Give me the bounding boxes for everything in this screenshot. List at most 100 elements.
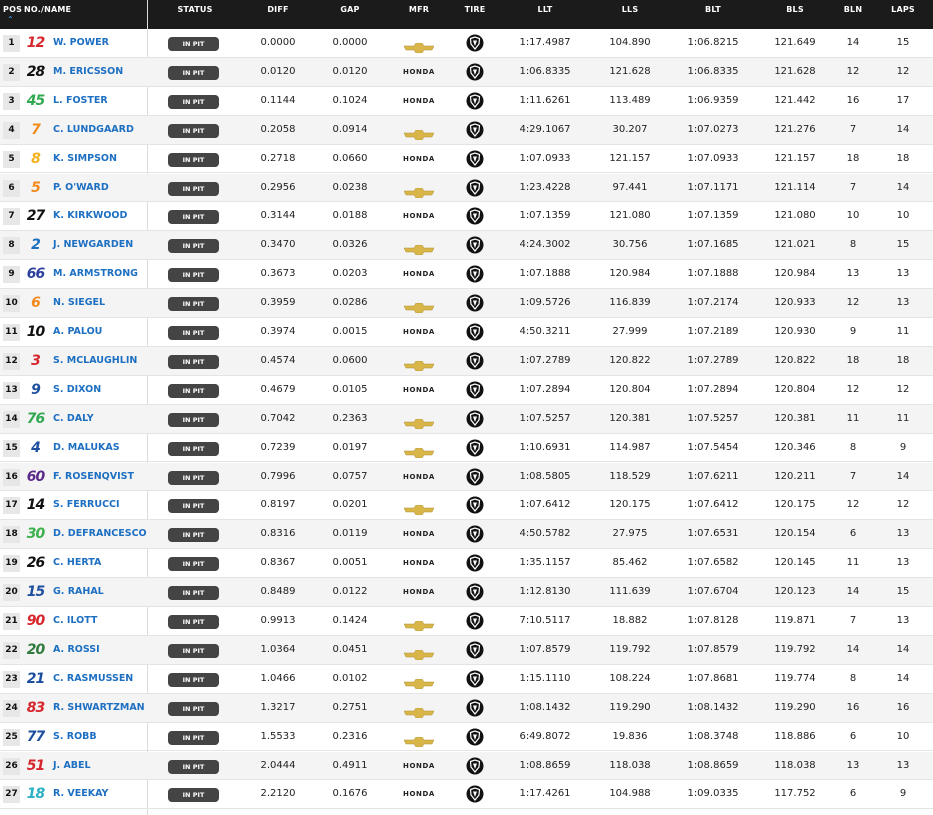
driver-name-link[interactable]: S. MCLAUGHLIN <box>53 347 137 376</box>
laps-count: 17 <box>896 94 910 106</box>
table-row[interactable]: 1 12 W. POWER IN PIT 0.0000 0.0000 1:17.4987 10… <box>0 29 933 58</box>
col-tire-header[interactable]: TIRE <box>455 5 495 14</box>
table-row[interactable]: 4 7 C. LUNDGAARD IN PIT 0.2058 0.0914 4:29.106… <box>0 115 933 145</box>
last-lap-time: 1:35.1157 <box>519 557 571 569</box>
table-row[interactable]: 5 8 K. SIMPSON IN PIT 0.2718 0.0660 HONDA 1:07.… <box>0 145 933 174</box>
table-row[interactable]: 14 76 C. DALY IN PIT 0.7042 0.2363 1:07.5257 12… <box>0 404 933 434</box>
firestone-tire-icon <box>466 179 484 197</box>
driver-name-link[interactable]: A. PALOU <box>53 318 102 347</box>
driver-name-link[interactable]: C. RASMUSSEN <box>53 665 133 694</box>
table-row[interactable]: 6 5 P. O'WARD IN PIT 0.2956 0.0238 1:23.4228 97… <box>0 173 933 203</box>
gap-value: 0.0203 <box>332 268 368 280</box>
last-lap-time: 1:23.4228 <box>519 181 571 193</box>
driver-name-link[interactable]: D. MALUKAS <box>53 434 120 463</box>
best-lap-speed: 121.080 <box>774 210 816 222</box>
table-row[interactable]: 2 28 M. ERICSSON IN PIT 0.0120 0.0120 HONDA 1:0… <box>0 57 933 87</box>
position-badge: 6 <box>3 179 20 197</box>
driver-name-link[interactable]: K. KIRKWOOD <box>53 202 127 231</box>
best-lap-time: 1:07.2789 <box>687 354 739 366</box>
driver-name-link[interactable]: A. ROSSI <box>53 636 100 665</box>
table-row[interactable]: 11 10 A. PALOU IN PIT 0.3974 0.0015 HONDA 4:50.… <box>0 318 933 347</box>
table-row[interactable]: 16 60 F. ROSENQVIST IN PIT 0.7996 0.0757 HONDA… <box>0 462 933 492</box>
driver-name-link[interactable]: S. DIXON <box>53 376 101 405</box>
best-lap-speed: 120.175 <box>774 499 816 511</box>
driver-name-link[interactable]: F. ROSENQVIST <box>53 463 134 492</box>
table-row[interactable]: 26 51 J. ABEL IN PIT 2.0444 0.4911 HONDA 1:08.8… <box>0 751 933 781</box>
table-row[interactable]: 24 83 R. SHWARTZMAN IN PIT 1.3217 0.2751 1:08.… <box>0 693 933 723</box>
col-llt-header[interactable]: LLT <box>515 5 575 14</box>
table-row[interactable]: 23 21 C. RASMUSSEN IN PIT 1.0466 0.0102 1:15.1… <box>0 665 933 694</box>
driver-name-link[interactable]: C. ILOTT <box>53 607 97 636</box>
gap-value: 0.0102 <box>332 672 368 684</box>
col-diff-header[interactable]: DIFF <box>250 5 306 14</box>
best-lap-speed: 121.276 <box>774 123 816 135</box>
col-lls-header[interactable]: LLS <box>600 5 660 14</box>
driver-name-link[interactable]: J. NEWGARDEN <box>53 231 133 260</box>
driver-name-link[interactable]: S. FERRUCCI <box>53 491 120 520</box>
col-bls-header[interactable]: BLS <box>765 5 825 14</box>
table-row[interactable]: 10 6 N. SIEGEL IN PIT 0.3959 0.0286 1:09.5726 1… <box>0 289 933 318</box>
firestone-tire-icon <box>466 785 484 803</box>
honda-logo: HONDA <box>403 328 435 336</box>
table-row[interactable]: 7 27 K. KIRKWOOD IN PIT 0.3144 0.0188 HONDA 1:0… <box>0 202 933 232</box>
driver-name-link[interactable]: N. SIEGEL <box>53 289 105 318</box>
table-row[interactable]: 19 26 C. HERTA IN PIT 0.8367 0.0051 HONDA 1:35.… <box>0 549 933 579</box>
best-lap-speed: 117.752 <box>774 788 816 800</box>
driver-name-link[interactable]: R. VEEKAY <box>53 780 108 809</box>
driver-name-link[interactable]: D. DEFRANCESCO <box>53 520 147 549</box>
sort-up-icon[interactable]: ⌃ <box>7 16 17 24</box>
position-badge: 13 <box>3 381 20 399</box>
driver-name-link[interactable]: S. ROBB <box>53 723 97 752</box>
honda-logo: HONDA <box>403 67 435 76</box>
table-row[interactable]: 13 9 S. DIXON IN PIT 0.4679 0.0105 HONDA 1:07.2… <box>0 376 933 405</box>
driver-name-link[interactable]: P. O'WARD <box>53 174 109 203</box>
car-number: 30 <box>26 526 45 543</box>
driver-name-link[interactable]: C. HERTA <box>53 549 101 578</box>
col-status-header[interactable]: STATUS <box>165 5 225 14</box>
table-row[interactable]: 18 30 D. DEFRANCESCO IN PIT 0.8316 0.0119 HOND… <box>0 520 933 550</box>
driver-name-link[interactable]: R. SHWARTZMAN <box>53 694 145 723</box>
chevrolet-bowtie-icon <box>403 607 435 636</box>
table-row[interactable]: 9 66 M. ARMSTRONG IN PIT 0.3673 0.0203 HONDA 1:… <box>0 260 933 290</box>
driver-name-link[interactable]: G. RAHAL <box>53 578 104 607</box>
col-pos-header[interactable]: POS <box>3 5 22 14</box>
driver-name-link[interactable]: W. POWER <box>53 29 109 58</box>
table-row[interactable]: 12 3 S. MCLAUGHLIN IN PIT 0.4574 0.0600 1:07.2… <box>0 346 933 376</box>
driver-name-link[interactable]: J. ABEL <box>53 752 91 781</box>
diff-value: 0.1144 <box>260 94 296 106</box>
col-mfr-header[interactable]: MFR <box>393 5 445 14</box>
table-row[interactable]: 3 45 L. FOSTER IN PIT 0.1144 0.1024 HONDA 1:11.… <box>0 87 933 116</box>
col-gap-header[interactable]: GAP <box>322 5 378 14</box>
driver-name-link[interactable]: C. LUNDGAARD <box>53 116 134 145</box>
diff-value: 1.3217 <box>260 701 296 713</box>
col-blt-header[interactable]: BLT <box>683 5 743 14</box>
last-lap-speed: 120.984 <box>609 268 651 280</box>
table-row[interactable]: 25 77 S. ROBB IN PIT 1.5533 0.2316 6:49.8072 19… <box>0 723 933 752</box>
table-row[interactable]: 22 20 A. ROSSI IN PIT 1.0364 0.0451 1:07.8579 1… <box>0 635 933 665</box>
table-row[interactable]: 27 18 R. VEEKAY IN PIT 2.2120 0.1676 HONDA 1:17… <box>0 780 933 810</box>
last-lap-speed: 121.628 <box>609 65 651 77</box>
col-name-header[interactable]: NO./NAME <box>24 5 84 14</box>
position-badge: 1 <box>3 35 20 52</box>
car-number: 83 <box>26 699 45 716</box>
best-lap-speed: 118.886 <box>774 730 816 742</box>
col-laps-header[interactable]: LAPS <box>885 5 921 14</box>
driver-name-link[interactable]: M. ARMSTRONG <box>53 260 138 289</box>
best-lap-number: 8 <box>849 239 857 251</box>
car-number: 90 <box>26 613 45 629</box>
col-bln-header[interactable]: BLN <box>838 5 868 14</box>
driver-name-link[interactable]: M. ERICSSON <box>53 58 123 87</box>
driver-name-link[interactable]: C. DALY <box>53 405 94 434</box>
table-row[interactable]: 8 2 J. NEWGARDEN IN PIT 0.3470 0.0326 4:24.300… <box>0 231 933 261</box>
driver-name-link[interactable]: L. FOSTER <box>53 87 108 116</box>
car-number: 2 <box>31 237 41 254</box>
table-row[interactable]: 21 90 C. ILOTT IN PIT 0.9913 0.1424 7:10.5117 1… <box>0 607 933 636</box>
table-row[interactable]: 17 14 S. FERRUCCI IN PIT 0.8197 0.0201 1:07.64… <box>0 491 933 521</box>
table-row[interactable]: 20 15 G. RAHAL IN PIT 0.8489 0.0122 HONDA 1:12.… <box>0 578 933 607</box>
table-row[interactable]: 15 4 D. MALUKAS IN PIT 0.7239 0.0197 1:10.6931… <box>0 434 933 463</box>
driver-name-link[interactable]: K. SIMPSON <box>53 145 117 174</box>
diff-value: 0.3974 <box>260 326 296 337</box>
position-badge: 8 <box>3 237 20 255</box>
best-lap-time: 1:07.6582 <box>687 557 739 569</box>
status-badge: IN PIT <box>168 499 219 514</box>
